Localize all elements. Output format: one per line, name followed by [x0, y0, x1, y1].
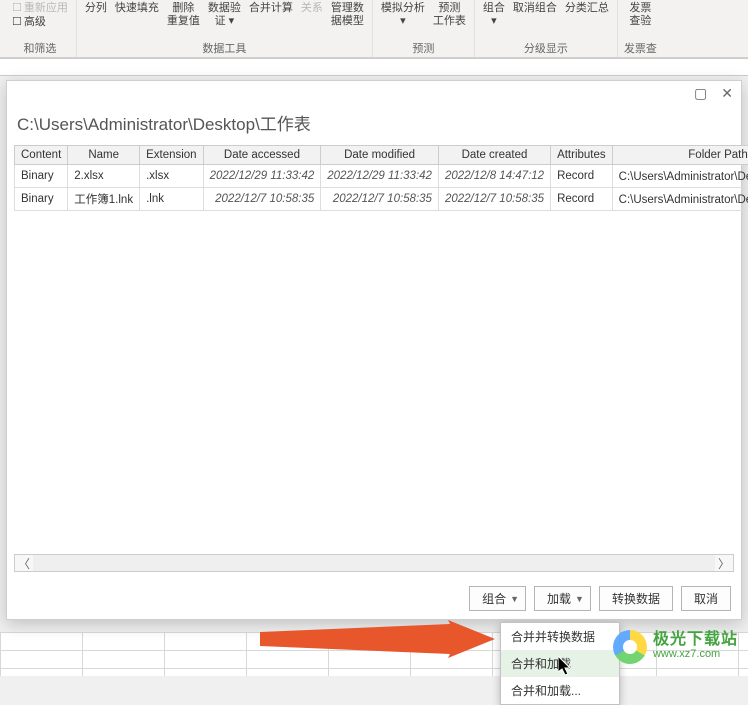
ribbon-group-label-forecast: 预测: [412, 40, 434, 58]
scroll-left-icon[interactable]: 〈: [15, 555, 33, 572]
combine-button-label: 组合: [482, 590, 506, 607]
maximize-icon[interactable]: ▢: [694, 85, 707, 102]
text-to-columns-button[interactable]: 分列: [83, 2, 109, 15]
folder-path-heading: C:\Users\Administrator\Desktop\工作表: [7, 106, 741, 145]
dialog-body-blank: [7, 211, 741, 554]
ribbon-group-filter: ☐ 重新应用 ☐ 高级 和筛选: [4, 0, 77, 58]
close-icon[interactable]: ✕: [721, 85, 733, 102]
table-header-row: Content Name Extension Date accessed Dat…: [15, 146, 748, 165]
folder-preview-table: Content Name Extension Date accessed Dat…: [14, 145, 748, 211]
col-date-accessed[interactable]: Date accessed: [203, 146, 321, 165]
power-query-navigator-dialog: ▢ ✕ C:\Users\Administrator\Desktop\工作表 C…: [6, 80, 742, 620]
whatif-button[interactable]: 模拟分析▾: [379, 2, 427, 28]
chevron-down-icon: ▼: [575, 594, 584, 604]
menu-item-combine-transform[interactable]: 合并并转换数据: [501, 623, 619, 650]
col-name[interactable]: Name: [68, 146, 140, 165]
ribbon-group-fapiao: 发票查验 发票查: [618, 0, 663, 58]
ribbon-group-label-datatools: 数据工具: [202, 40, 246, 58]
ungroup-button[interactable]: 取消组合: [511, 2, 559, 15]
col-attributes[interactable]: Attributes: [551, 146, 613, 165]
ribbon-group-forecast: 模拟分析▾ 预测工作表 预测: [373, 0, 475, 58]
transform-data-button[interactable]: 转换数据: [599, 586, 673, 611]
combine-dropdown-menu: 合并并转换数据 合并和加载 合并和加载...: [500, 622, 620, 705]
fapiao-button[interactable]: 发票查验: [627, 2, 653, 28]
ribbon-group-label-filter: 和筛选: [23, 40, 56, 58]
worksheet-grid[interactable]: [0, 632, 748, 676]
table-row[interactable]: Binary 2.xlsx .xlsx 2022/12/29 11:33:42 …: [15, 165, 748, 188]
col-date-modified[interactable]: Date modified: [321, 146, 439, 165]
table-row[interactable]: Binary 工作簿1.lnk .lnk 2022/12/7 10:58:35 …: [15, 188, 748, 211]
reapply-button[interactable]: ☐ 重新应用: [10, 2, 70, 15]
col-extension[interactable]: Extension: [140, 146, 204, 165]
load-button[interactable]: 加载 ▼: [534, 586, 591, 611]
col-date-created[interactable]: Date created: [438, 146, 550, 165]
cancel-button-label: 取消: [694, 590, 718, 607]
excel-ribbon: ☐ 重新应用 ☐ 高级 和筛选 分列 快速填充 删除重复值 数据验证 ▾ 合并计…: [0, 0, 748, 58]
col-content[interactable]: Content: [15, 146, 68, 165]
load-button-label: 加载: [547, 590, 571, 607]
dialog-titlebar: ▢ ✕: [7, 81, 741, 106]
consolidate-button[interactable]: 合并计算: [247, 2, 295, 15]
formula-bar-area: [0, 58, 748, 76]
forecast-sheet-button[interactable]: 预测工作表: [431, 2, 468, 28]
cancel-button[interactable]: 取消: [681, 586, 731, 611]
dialog-footer: 组合 ▼ 加载 ▼ 转换数据 取消: [7, 576, 741, 619]
remove-duplicates-button[interactable]: 删除重复值: [165, 2, 202, 28]
data-validation-button[interactable]: 数据验证 ▾: [206, 2, 243, 28]
menu-item-combine-load-to[interactable]: 合并和加载...: [501, 677, 619, 704]
group-button[interactable]: 组合▾: [481, 2, 507, 28]
menu-item-combine-load[interactable]: 合并和加载: [501, 650, 619, 677]
ribbon-group-label-outline: 分级显示: [524, 40, 568, 58]
horizontal-scrollbar[interactable]: 〈 〉: [14, 554, 734, 572]
transform-button-label: 转换数据: [612, 590, 660, 607]
ribbon-group-datatools: 分列 快速填充 删除重复值 数据验证 ▾ 合并计算 关系 管理数据模型 数据工具: [77, 0, 373, 58]
scrollbar-track[interactable]: [33, 555, 715, 571]
scroll-right-icon[interactable]: 〉: [715, 555, 733, 572]
combine-button[interactable]: 组合 ▼: [469, 586, 526, 611]
subtotal-button[interactable]: 分类汇总: [563, 2, 611, 15]
advanced-filter-button[interactable]: ☐ 高级: [10, 16, 70, 29]
relationships-button: 关系: [299, 2, 325, 15]
col-folder-path[interactable]: Folder Path: [612, 146, 748, 165]
manage-data-model-button[interactable]: 管理数据模型: [329, 2, 366, 28]
chevron-down-icon: ▼: [510, 594, 519, 604]
ribbon-group-outline: 组合▾ 取消组合 分类汇总 分级显示: [475, 0, 618, 58]
ribbon-group-label-fapiao: 发票查: [624, 40, 657, 58]
flash-fill-button[interactable]: 快速填充: [113, 2, 161, 15]
